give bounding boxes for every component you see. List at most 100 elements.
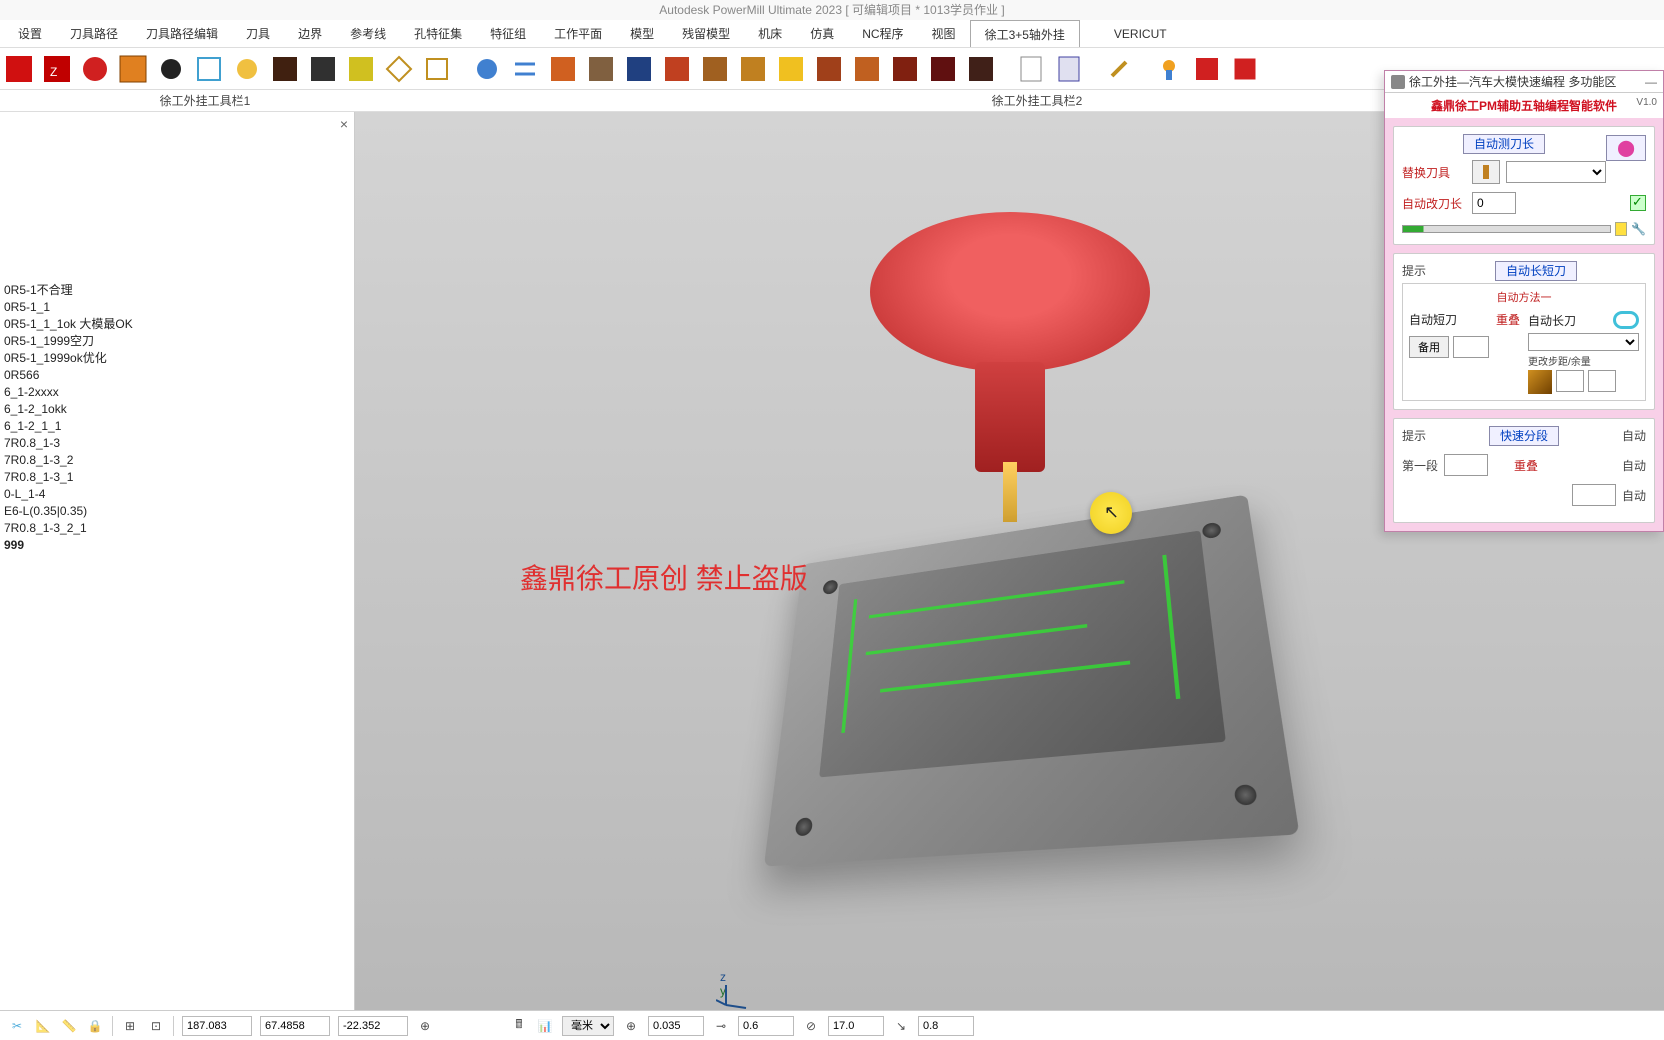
tb2-icon-9[interactable]	[774, 52, 808, 86]
short-input[interactable]	[1453, 336, 1489, 358]
menu-xugong-plugin[interactable]: 徐工3+5轴外挂	[970, 20, 1080, 47]
sb-stock-icon[interactable]: ⊘	[802, 1017, 820, 1035]
tb1-icon-3[interactable]	[78, 52, 112, 86]
tb2-icon-4[interactable]	[584, 52, 618, 86]
long-select[interactable]	[1528, 333, 1639, 351]
sb-ruler-icon[interactable]: 📏	[60, 1017, 78, 1035]
menu-tool[interactable]: 刀具	[232, 20, 284, 47]
tree-item[interactable]: 0-L_1-4	[4, 486, 133, 503]
tree-item[interactable]: 7R0.8_1-3_2	[4, 452, 133, 469]
spare-button[interactable]: 备用	[1409, 336, 1449, 358]
tree-item[interactable]: 6_1-2xxxx	[4, 384, 133, 401]
tb2-icon-8[interactable]	[736, 52, 770, 86]
tb1-icon-10[interactable]	[344, 52, 378, 86]
replace-tool-button[interactable]	[1472, 160, 1500, 184]
tb1-icon-11[interactable]	[382, 52, 416, 86]
tb2-icon-7[interactable]	[698, 52, 732, 86]
tb2-icon-2[interactable]	[508, 52, 542, 86]
status-y[interactable]	[260, 1016, 330, 1036]
sb-coord-icon[interactable]: ⊕	[416, 1017, 434, 1035]
sb-cusp-icon[interactable]: ⊸	[712, 1017, 730, 1035]
sb-snap-icon[interactable]: ⊡	[147, 1017, 165, 1035]
menu-toolpath[interactable]: 刀具路径	[56, 20, 132, 47]
tree-item-active[interactable]: 999	[4, 537, 133, 554]
tree-item[interactable]: 7R0.8_1-3_2_1	[4, 520, 133, 537]
sb-tolerance-icon[interactable]: ⊕	[622, 1017, 640, 1035]
tb2-icon-17[interactable]	[1102, 52, 1136, 86]
tree-item[interactable]: 0R5-1_1	[4, 299, 133, 316]
status-tolerance[interactable]	[648, 1016, 704, 1036]
status-stepdown[interactable]	[918, 1016, 974, 1036]
menu-model[interactable]: 模型	[616, 20, 668, 47]
tb2-icon-5[interactable]	[622, 52, 656, 86]
tb2-icon-14[interactable]	[964, 52, 998, 86]
tb2-icon-15[interactable]	[1014, 52, 1048, 86]
tb2-icon-13[interactable]	[926, 52, 960, 86]
slider-handle[interactable]	[1615, 222, 1627, 236]
menu-workplane[interactable]: 工作平面	[540, 20, 616, 47]
cloud-icon[interactable]	[1613, 311, 1639, 329]
sb-measure-icon[interactable]: 📐	[34, 1017, 52, 1035]
tree-item[interactable]: 6_1-2_1okk	[4, 401, 133, 418]
status-stock[interactable]	[828, 1016, 884, 1036]
tb1-icon-12[interactable]	[420, 52, 454, 86]
tree-item[interactable]: E6-L(0.35|0.35)	[4, 503, 133, 520]
magnet-icon[interactable]: ⬤	[1606, 135, 1646, 161]
step-input-2[interactable]	[1588, 370, 1616, 392]
menu-feature-group[interactable]: 特征组	[476, 20, 540, 47]
slider-track[interactable]	[1402, 225, 1611, 233]
tb2-icon-20[interactable]	[1228, 52, 1262, 86]
menu-boundary[interactable]: 边界	[284, 20, 336, 47]
tb1-icon-7[interactable]	[230, 52, 264, 86]
left-panel-close[interactable]: ×	[340, 116, 348, 132]
change-length-input[interactable]	[1472, 192, 1516, 214]
tb1-icon-8[interactable]	[268, 52, 302, 86]
tree-item[interactable]: 0R5-1不合理	[4, 282, 133, 299]
tb1-icon-9[interactable]	[306, 52, 340, 86]
sb-stepdown-icon[interactable]: ↘	[892, 1017, 910, 1035]
tree-item[interactable]: 0R5-1_1_1ok 大模最OK	[4, 316, 133, 333]
status-cusp[interactable]	[738, 1016, 794, 1036]
menu-simulate[interactable]: 仿真	[796, 20, 848, 47]
replace-tool-select[interactable]	[1506, 161, 1606, 183]
tb1-icon-6[interactable]	[192, 52, 226, 86]
tree-item[interactable]: 0R5-1_1999空刀	[4, 333, 133, 350]
tree-item[interactable]: 0R5-1_1999ok优化	[4, 350, 133, 367]
sb-calc-icon[interactable]: 🖩	[510, 1017, 528, 1035]
tree-item[interactable]: 6_1-2_1_1	[4, 418, 133, 435]
tree-item[interactable]: 0R566	[4, 367, 133, 384]
menu-machine[interactable]: 机床	[744, 20, 796, 47]
plugin-minimize-icon[interactable]: —	[1645, 75, 1657, 89]
sb-unit-icon[interactable]: 📊	[536, 1017, 554, 1035]
first-seg-input[interactable]	[1444, 454, 1488, 476]
tree-item[interactable]: 7R0.8_1-3	[4, 435, 133, 452]
menu-nc-program[interactable]: NC程序	[848, 20, 917, 47]
menu-pattern[interactable]: 参考线	[336, 20, 400, 47]
status-z[interactable]	[338, 1016, 408, 1036]
tb1-icon-2[interactable]: Z	[40, 52, 74, 86]
plugin-window[interactable]: 徐工外挂—汽车大模快速编程 多功能区 — 鑫鼎徐工PM辅助五轴编程智能软件 V1…	[1384, 70, 1664, 532]
tb2-icon-11[interactable]	[850, 52, 884, 86]
tb2-icon-10[interactable]	[812, 52, 846, 86]
plugin-titlebar[interactable]: 徐工外挂—汽车大模快速编程 多功能区 —	[1385, 71, 1663, 93]
tb2-icon-1[interactable]	[470, 52, 504, 86]
tb2-icon-16[interactable]	[1052, 52, 1086, 86]
sb-lock-icon[interactable]: 🔒	[86, 1017, 104, 1035]
tb2-icon-12[interactable]	[888, 52, 922, 86]
menu-view[interactable]: 视图	[918, 20, 970, 47]
sb-tool-icon[interactable]: ✂	[8, 1017, 26, 1035]
tb2-icon-3[interactable]	[546, 52, 580, 86]
tb2-icon-18[interactable]	[1152, 52, 1186, 86]
menu-settings[interactable]: 设置	[4, 20, 56, 47]
tb2-icon-19[interactable]	[1190, 52, 1224, 86]
menu-hole-feature[interactable]: 孔特征集	[400, 20, 476, 47]
tb1-icon-4[interactable]	[116, 52, 150, 86]
status-x[interactable]	[182, 1016, 252, 1036]
overlap-input[interactable]	[1572, 484, 1616, 506]
menu-toolpath-edit[interactable]: 刀具路径编辑	[132, 20, 232, 47]
menu-vericut[interactable]: VERICUT	[1100, 20, 1181, 47]
texture-icon[interactable]	[1528, 370, 1552, 394]
length-slider[interactable]: 🔧	[1402, 222, 1646, 236]
tb2-icon-6[interactable]	[660, 52, 694, 86]
menu-stock-model[interactable]: 残留模型	[668, 20, 744, 47]
